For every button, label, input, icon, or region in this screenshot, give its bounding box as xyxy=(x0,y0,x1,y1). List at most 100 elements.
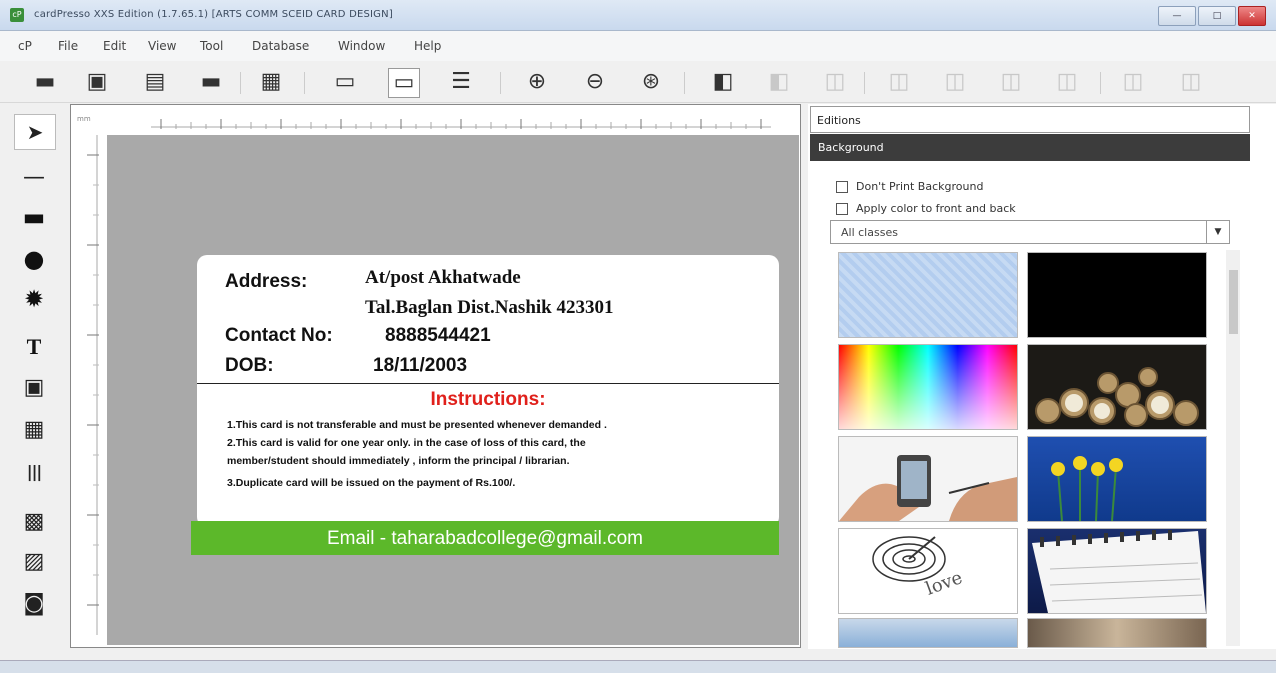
barcode-tool[interactable]: ||| xyxy=(14,454,54,488)
new-card-button[interactable]: ▬ xyxy=(30,68,60,96)
card-front-button[interactable]: ▭ xyxy=(330,68,360,96)
text-tool-icon: T xyxy=(26,334,42,359)
picture-tool-icon: ▨ xyxy=(23,548,45,574)
align-right-button[interactable]: ◫ xyxy=(996,68,1026,96)
horizontal-ruler: mm xyxy=(71,105,798,135)
zoom-in-icon: ⊕ xyxy=(527,69,547,94)
align-middle-button[interactable]: ◫ xyxy=(1118,68,1148,96)
thumbnail-color-spectrum[interactable] xyxy=(838,344,1018,430)
address-label: Address: xyxy=(225,271,308,292)
minimize-button[interactable]: — xyxy=(1158,6,1196,26)
window-title: cardPresso XXS Edition (1.7.65.1) [ARTS … xyxy=(34,9,393,20)
dont-print-background-checkbox[interactable] xyxy=(836,180,848,193)
ellipse-tool[interactable]: ● xyxy=(14,242,54,276)
menu-bar: cP File Edit View Tool Database Window H… xyxy=(0,31,1276,61)
apply-color-option[interactable]: Apply color to front and back xyxy=(836,202,1016,215)
clocks-image xyxy=(1028,345,1206,429)
menu-cp[interactable]: cP xyxy=(18,39,32,53)
contact-value: 8888544421 xyxy=(385,325,491,346)
canvas-workspace[interactable]: Address: At/post Akhatwade Tal.Baglan Di… xyxy=(107,135,799,645)
vertical-ruler-ticks xyxy=(87,135,99,635)
email-banner[interactable]: Email - taharabadcollege@gmail.com xyxy=(191,521,779,555)
menu-database[interactable]: Database xyxy=(252,39,309,53)
align-bottom-button[interactable]: ◫ xyxy=(1176,68,1206,96)
text-tool[interactable]: T xyxy=(14,330,54,364)
tool-palette: ➤ — ▬ ● ✹ T ▣ ▦ ||| ▩ ▨ ◙ xyxy=(0,104,70,654)
qrcode-tool-icon: ▣ xyxy=(23,374,45,400)
camera-tool[interactable]: ◙ xyxy=(14,586,54,620)
thumbnail-hand-phone[interactable] xyxy=(838,436,1018,522)
dob-label: DOB: xyxy=(225,355,274,376)
zoom-out-button[interactable]: ⊖ xyxy=(580,68,610,96)
instruction-2a: 2.This card is valid for one year only. … xyxy=(227,437,586,449)
align-center-button[interactable]: ◫ xyxy=(940,68,970,96)
rectangle-tool[interactable]: ▬ xyxy=(14,200,54,234)
background-header[interactable]: Background xyxy=(810,134,1250,161)
id-card-back[interactable]: Address: At/post Akhatwade Tal.Baglan Di… xyxy=(197,255,779,527)
ellipse-tool-icon: ● xyxy=(23,245,45,273)
open-button[interactable]: ▣ xyxy=(82,68,112,96)
properties-panel: Editions Background Don't Print Backgrou… xyxy=(808,104,1276,649)
line-tool[interactable]: — xyxy=(14,160,54,194)
star-tool[interactable]: ✹ xyxy=(14,282,54,316)
window-controls: — □ ✕ xyxy=(1158,6,1266,26)
menu-tool[interactable]: Tool xyxy=(200,39,223,53)
select-tool[interactable]: ➤ xyxy=(14,114,56,150)
calendar-tool-icon: ▦ xyxy=(23,416,45,442)
menu-edit[interactable]: Edit xyxy=(103,39,126,53)
picture-tool[interactable]: ▨ xyxy=(14,544,54,578)
class-filter-select[interactable]: All classes ▼ xyxy=(830,220,1230,244)
thumbnail-love-target[interactable]: love xyxy=(838,528,1018,614)
menu-file[interactable]: File xyxy=(58,39,78,53)
arrange-back-icon: ◧ xyxy=(768,69,790,94)
vertical-ruler xyxy=(71,135,107,645)
toolbar-separator xyxy=(864,72,865,94)
toolbar-separator xyxy=(684,72,685,94)
qrcode-tool[interactable]: ▣ xyxy=(14,370,54,404)
save-button[interactable]: ▤ xyxy=(140,68,170,96)
thumbnail-ruler-coins[interactable] xyxy=(1027,618,1207,648)
dob-value: 18/11/2003 xyxy=(373,355,468,376)
align-left-icon: ◫ xyxy=(888,69,910,94)
toolbar-separator xyxy=(304,72,305,94)
menu-help[interactable]: Help xyxy=(414,39,441,53)
image-tool[interactable]: ▩ xyxy=(14,504,54,538)
maximize-button[interactable]: □ xyxy=(1198,6,1236,26)
print-button[interactable]: ▦ xyxy=(256,68,286,96)
apply-color-checkbox[interactable] xyxy=(836,202,848,215)
align-left-button[interactable]: ◫ xyxy=(884,68,914,96)
thumbnail-calendar-pages[interactable] xyxy=(1027,528,1207,614)
arrange-back-button[interactable]: ◧ xyxy=(764,68,794,96)
align-top-button[interactable]: ◫ xyxy=(1052,68,1082,96)
instructions-title: Instructions: xyxy=(430,389,546,410)
thumbnail-sky-clouds[interactable] xyxy=(838,618,1018,648)
line-tool-icon: — xyxy=(23,164,45,190)
menu-view[interactable]: View xyxy=(148,39,176,53)
list-button[interactable]: ☰ xyxy=(446,68,476,96)
main-toolbar: ▬ ▣ ▤ ▬ ▦ ▭ ▭ ☰ ⊕ ⊖ ⊛ ◧ ◧ ◫ ◫ ◫ ◫ ◫ ◫ ◫ xyxy=(0,62,1276,103)
menu-window[interactable]: Window xyxy=(338,39,385,53)
card-print-button[interactable]: ▬ xyxy=(196,68,226,96)
close-button[interactable]: ✕ xyxy=(1238,6,1266,26)
zoom-fit-button[interactable]: ⊛ xyxy=(636,68,666,96)
editions-header[interactable]: Editions xyxy=(810,106,1250,133)
zoom-fit-icon: ⊛ xyxy=(641,69,661,94)
instruction-2b: member/student should immediately , info… xyxy=(227,455,570,467)
thumbnail-clocks[interactable] xyxy=(1027,344,1207,430)
thumbnail-black[interactable] xyxy=(1027,252,1207,338)
thumbnail-yellow-flowers[interactable] xyxy=(1027,436,1207,522)
calendar-tool[interactable]: ▦ xyxy=(14,412,54,446)
arrange-front-icon: ◧ xyxy=(712,69,734,94)
print-icon: ▦ xyxy=(260,69,282,94)
align-center-icon: ◫ xyxy=(944,69,966,94)
thumbnail-scrollbar[interactable] xyxy=(1226,250,1240,646)
arrange-front-button[interactable]: ◧ xyxy=(708,68,738,96)
chevron-down-icon[interactable]: ▼ xyxy=(1206,221,1229,243)
dont-print-background-option[interactable]: Don't Print Background xyxy=(836,180,983,193)
hand-phone-image xyxy=(839,437,1017,521)
scrollbar-thumb[interactable] xyxy=(1229,270,1238,334)
thumbnail-transparent-pattern[interactable] xyxy=(838,252,1018,338)
card-back-button[interactable]: ▭ xyxy=(388,68,420,98)
zoom-in-button[interactable]: ⊕ xyxy=(522,68,552,96)
align-button[interactable]: ◫ xyxy=(820,68,850,96)
